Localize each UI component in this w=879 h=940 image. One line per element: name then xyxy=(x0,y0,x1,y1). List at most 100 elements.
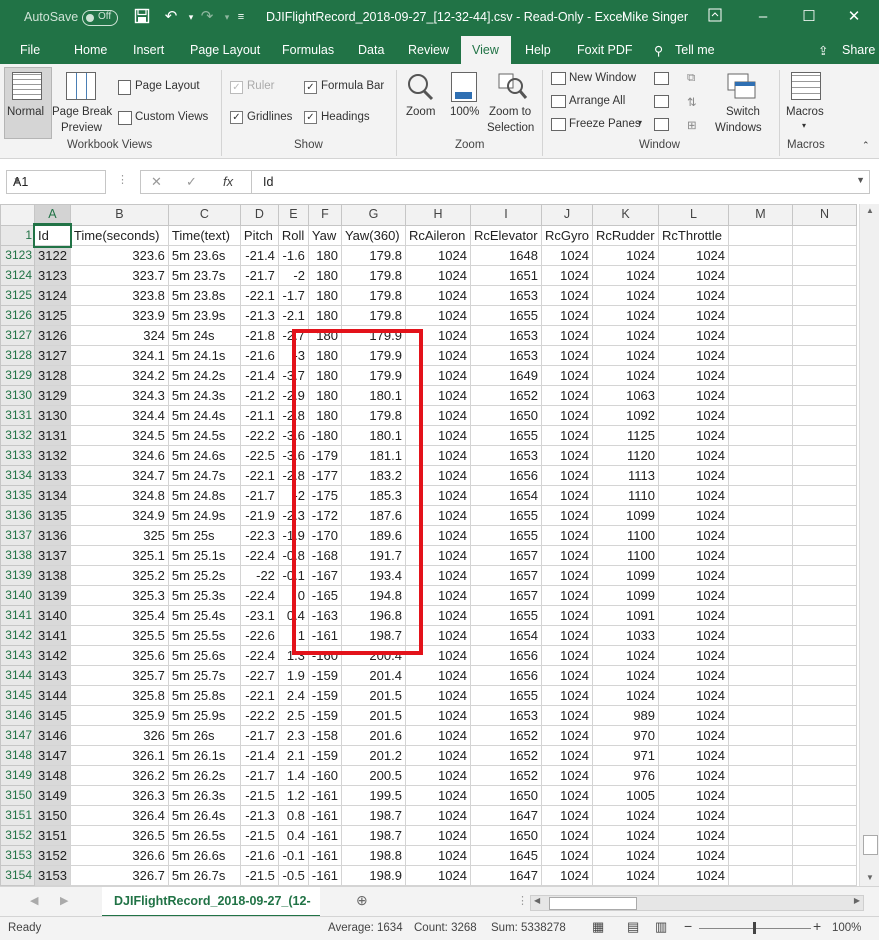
cell[interactable]: 1125 xyxy=(592,425,660,446)
cell[interactable]: 1099 xyxy=(592,585,660,606)
cell[interactable]: 183.2 xyxy=(340,465,406,486)
cell[interactable]: 1024 xyxy=(540,285,594,306)
cell[interactable]: 1024 xyxy=(404,825,471,846)
cell[interactable]: 5m 23.8s xyxy=(167,285,241,306)
cell[interactable] xyxy=(728,545,794,566)
cell[interactable]: 1024 xyxy=(592,845,660,866)
cell[interactable]: 5m 25.3s xyxy=(167,585,241,606)
cell[interactable]: 1024 xyxy=(540,565,594,586)
cell[interactable] xyxy=(792,445,858,466)
cell[interactable]: 180.1 xyxy=(340,425,406,446)
cell[interactable]: 3131 xyxy=(34,425,71,446)
cell[interactable] xyxy=(792,305,858,326)
headings-checkbox[interactable]: ✓ xyxy=(304,111,317,124)
cell[interactable]: 1024 xyxy=(592,865,660,886)
cell[interactable]: 324 xyxy=(69,325,169,346)
tell-me-search[interactable]: Tell me xyxy=(675,43,715,57)
cell[interactable]: 1024 xyxy=(592,665,660,686)
macros-dropdown-icon[interactable]: ▾ xyxy=(802,121,806,130)
cell[interactable]: 1024 xyxy=(540,545,594,566)
cell[interactable]: 1650 xyxy=(469,825,542,846)
cell[interactable]: 5m 24s xyxy=(167,325,241,346)
cell[interactable] xyxy=(792,465,858,486)
switch-windows-icon[interactable] xyxy=(726,72,758,105)
cell[interactable]: -21.3 xyxy=(239,805,279,826)
row-header[interactable]: 3147 xyxy=(0,725,35,746)
row-header[interactable]: 3124 xyxy=(0,265,35,286)
row-header[interactable]: 3151 xyxy=(0,805,35,826)
cell[interactable]: 3153 xyxy=(34,865,71,886)
cell[interactable]: 1653 xyxy=(469,325,542,346)
cell[interactable]: -2.9 xyxy=(277,385,309,406)
cell[interactable]: 326.7 xyxy=(69,865,169,886)
cell[interactable]: -21.5 xyxy=(239,865,279,886)
cell[interactable]: -21.4 xyxy=(239,365,279,386)
cell[interactable]: -22.4 xyxy=(239,545,279,566)
cell-table[interactable]: A B C D E F G H I J K L M N 1 Id Time(seconds) Time(text)… xyxy=(0,204,858,886)
row-header[interactable]: 3143 xyxy=(0,645,35,666)
cell[interactable]: 1652 xyxy=(469,765,542,786)
cell[interactable]: 3123 xyxy=(34,265,71,286)
cell[interactable]: 1655 xyxy=(469,505,542,526)
cell[interactable]: 1024 xyxy=(658,445,730,466)
cell[interactable]: 326.1 xyxy=(69,745,169,766)
cell[interactable]: 1024 xyxy=(540,785,594,806)
cell[interactable]: 179.9 xyxy=(340,345,406,366)
customize-toolbar-icon[interactable]: ≡ xyxy=(232,8,250,26)
cell[interactable]: -175 xyxy=(307,485,342,506)
cell[interactable]: 1024 xyxy=(658,285,730,306)
row-header[interactable]: 3152 xyxy=(0,825,35,846)
cell[interactable]: 1656 xyxy=(469,665,542,686)
cell[interactable]: 1024 xyxy=(540,445,594,466)
cell[interactable] xyxy=(728,505,794,526)
row-header[interactable]: 3126 xyxy=(0,305,35,326)
cell[interactable]: 1024 xyxy=(658,505,730,526)
cell[interactable]: 1651 xyxy=(469,265,542,286)
cell[interactable]: 326.5 xyxy=(69,825,169,846)
cell[interactable]: -161 xyxy=(307,845,342,866)
cell[interactable]: 1024 xyxy=(404,785,471,806)
cell[interactable]: 1024 xyxy=(540,725,594,746)
cell[interactable]: 1024 xyxy=(404,585,471,606)
cell[interactable]: -21.9 xyxy=(239,505,279,526)
new-window-button[interactable]: New Window xyxy=(569,72,636,84)
cell[interactable]: 1024 xyxy=(540,865,594,886)
row-header[interactable]: 3136 xyxy=(0,505,35,526)
column-header-b[interactable]: B xyxy=(69,204,169,226)
cell[interactable]: 1024 xyxy=(592,805,660,826)
tab-foxit-pdf[interactable]: Foxit PDF xyxy=(577,43,633,57)
cell[interactable]: 1024 xyxy=(404,245,471,266)
cell[interactable]: 1024 xyxy=(592,325,660,346)
cell[interactable]: 189.6 xyxy=(340,525,406,546)
cell[interactable]: 1024 xyxy=(658,865,730,886)
cell[interactable]: -180 xyxy=(307,425,342,446)
cell[interactable]: 324.5 xyxy=(69,425,169,446)
cell[interactable] xyxy=(792,224,858,246)
cell[interactable]: 325.5 xyxy=(69,625,169,646)
cell[interactable]: 5m 25.2s xyxy=(167,565,241,586)
cell[interactable]: 1024 xyxy=(658,525,730,546)
cell[interactable]: 1120 xyxy=(592,445,660,466)
formula-input-area[interactable]: ✕ ✓ fx Id ▼ xyxy=(140,170,870,194)
custom-views-button[interactable]: Custom Views xyxy=(135,111,208,123)
cell[interactable]: 1091 xyxy=(592,605,660,626)
cell[interactable]: 1024 xyxy=(404,665,471,686)
cell[interactable]: 199.5 xyxy=(340,785,406,806)
cell[interactable]: 5m 25.5s xyxy=(167,625,241,646)
cell[interactable]: 1024 xyxy=(658,485,730,506)
cell[interactable]: 3128 xyxy=(34,365,71,386)
cell[interactable] xyxy=(792,285,858,306)
cell[interactable]: 198.7 xyxy=(340,825,406,846)
reset-window-position-icon[interactable]: ⊞ xyxy=(687,118,697,132)
cell[interactable] xyxy=(728,465,794,486)
cell[interactable]: 5m 24.3s xyxy=(167,385,241,406)
cell[interactable]: 0.4 xyxy=(277,605,309,626)
cell[interactable]: -168 xyxy=(307,545,342,566)
zoom-level[interactable]: 100% xyxy=(832,922,861,934)
cell[interactable]: 970 xyxy=(592,725,660,746)
switch-windows-label[interactable]: Switch xyxy=(726,106,760,118)
cell[interactable]: 181.1 xyxy=(340,445,406,466)
cell[interactable]: 325.7 xyxy=(69,665,169,686)
cell[interactable]: 1024 xyxy=(404,485,471,506)
cell[interactable]: 5m 25s xyxy=(167,525,241,546)
